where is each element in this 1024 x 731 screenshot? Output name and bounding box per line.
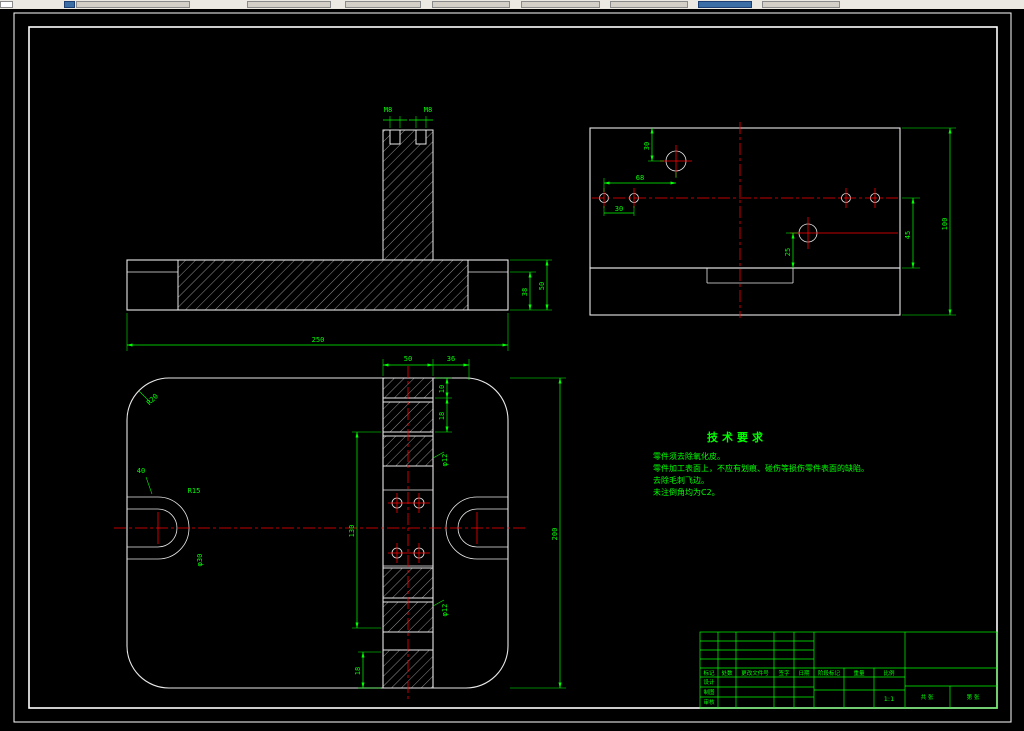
toolbar-button[interactable] [762, 1, 840, 8]
title-block-label: 阶段标记 [818, 669, 841, 677]
tech-requirements-line: 零件须去除氧化皮。 [653, 451, 725, 461]
title-block-label: 第 张 [967, 693, 980, 701]
drawing-frame [13, 12, 1012, 723]
dim-label: 130 [348, 525, 356, 538]
dim-label: M8 [384, 106, 392, 114]
toolbar-button[interactable] [698, 1, 752, 8]
dim-label: φ12 [441, 604, 449, 617]
dim-label: 50 [538, 282, 546, 290]
toolbar-button[interactable] [76, 1, 190, 8]
dim-label: M8 [424, 106, 432, 114]
tech-requirements-line: 未注倒角均为C2。 [653, 487, 720, 497]
title-block-label: 日期 [798, 670, 810, 677]
title-block-label: 共 张 [921, 693, 934, 701]
front-section-view [126, 129, 509, 311]
dim-label: 36 [447, 355, 455, 363]
dim-label: φ30 [196, 554, 204, 567]
base-section [177, 259, 469, 311]
title-block-label: 重量 [853, 669, 865, 677]
dim-label: 18 [438, 412, 446, 420]
title-block-label: 标记 [703, 669, 715, 677]
dim-label: 25 [784, 248, 792, 256]
dim-label: 30 [643, 142, 651, 150]
plan-view-centerlines [114, 366, 526, 700]
title-block-label: 更改文件号 [741, 669, 769, 677]
plan-view [126, 377, 509, 689]
toolbar-button[interactable] [0, 1, 13, 8]
dim-label: R15 [188, 487, 201, 495]
dim-label: 40 [137, 467, 145, 475]
plan-view-dimensions: 50 36 10 18 φ12 φ12 130 18 200 R20 40 R1… [137, 355, 566, 689]
toolbar [0, 0, 1024, 9]
dim-label: φ12 [441, 454, 449, 467]
side-view-dimensions: 30 68 30 45 100 25 [603, 127, 956, 316]
dim-label: 10 [438, 385, 446, 393]
toolbar-button[interactable] [432, 1, 510, 8]
title-block: 标记 处数 更改文件号 签字 日期 设计 制图 审核 阶段标记 重量 比例 1:… [699, 631, 998, 709]
dim-label: 38 [521, 288, 529, 296]
dim-label: 30 [615, 205, 623, 213]
title-block-label: 制图 [703, 688, 715, 696]
dim-label: R20 [145, 392, 160, 407]
tech-requirements-title: 技术要求 [707, 430, 767, 444]
toolbar-button[interactable] [610, 1, 688, 8]
title-block-label: 处数 [721, 669, 733, 677]
cad-application-window: 250 38 50 M8 M8 30 68 30 45 100 25 50 36… [0, 0, 1024, 731]
front-view-dimensions: 250 38 50 M8 M8 [126, 106, 552, 351]
dim-label: 100 [941, 218, 949, 231]
side-view-centerlines [592, 122, 898, 318]
tech-requirements-line: 去除毛刺飞边。 [653, 475, 709, 485]
title-block-label: 审核 [703, 698, 715, 706]
title-block-label: 签字 [778, 669, 790, 677]
tech-requirements-line: 零件加工表面上，不应有划痕、碰伤等损伤零件表面的缺陷。 [653, 463, 869, 473]
dim-label: 18 [354, 667, 362, 675]
toolbar-button[interactable] [345, 1, 421, 8]
tap-notch-right [415, 129, 427, 145]
dim-label: 200 [551, 528, 559, 541]
column-section [382, 129, 434, 261]
tap-notch-left [389, 129, 401, 145]
dim-label: 250 [312, 336, 325, 344]
dim-label: 50 [404, 355, 412, 363]
title-block-scale-value: 1:1 [884, 695, 894, 703]
technical-requirements: 技术要求 零件须去除氧化皮。 零件加工表面上，不应有划痕、碰伤等损伤零件表面的缺… [653, 430, 869, 497]
title-block-label: 设计 [703, 678, 715, 686]
title-block-label: 比例 [883, 669, 895, 677]
dim-label: 45 [904, 231, 912, 239]
side-view [589, 127, 901, 316]
toolbar-button[interactable] [64, 1, 75, 8]
dim-label: 68 [636, 174, 644, 182]
toolbar-button[interactable] [521, 1, 600, 8]
drawing-canvas: 250 38 50 M8 M8 30 68 30 45 100 25 50 36… [13, 12, 1012, 723]
toolbar-button[interactable] [247, 1, 331, 8]
